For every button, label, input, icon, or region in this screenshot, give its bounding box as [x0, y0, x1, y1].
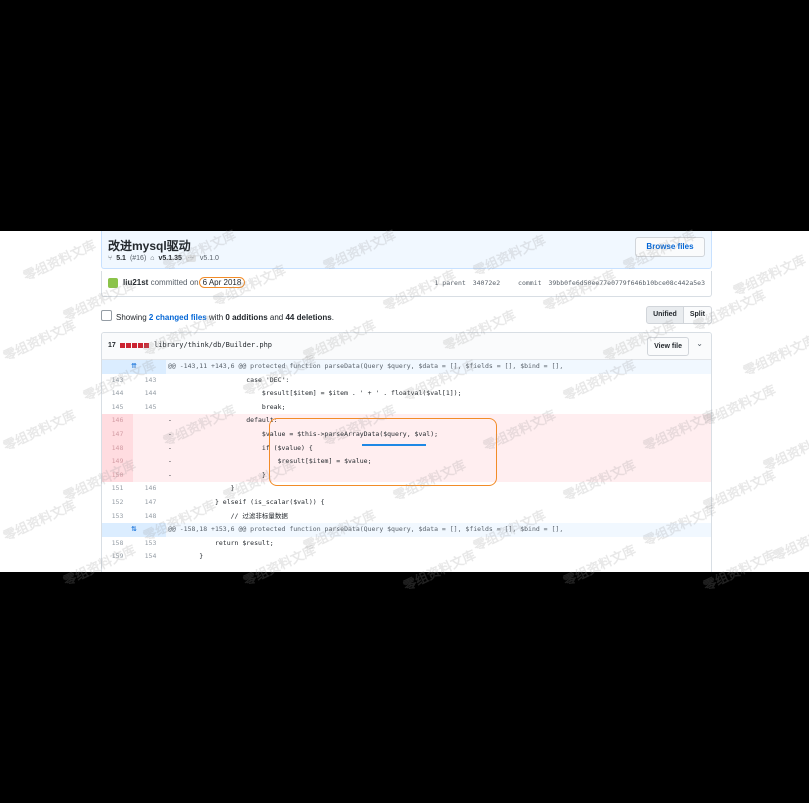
old-line-number[interactable]: 149 — [102, 455, 133, 469]
hunk-header: ⇈ @@ -143,11 +143,6 @@ protected function… — [102, 360, 711, 374]
author-name[interactable]: liu21st — [123, 278, 148, 287]
tag-icon: ⌂ — [150, 255, 155, 262]
context-line: 145 145 break; — [102, 401, 711, 415]
code-text: @@ -143,11 +143,6 @@ protected function … — [168, 362, 564, 370]
tag-v5-1-0[interactable]: v5.1.0 — [200, 255, 219, 262]
old-line-number[interactable]: 152 — [102, 496, 133, 510]
code-text: return $result; — [168, 538, 274, 547]
branch-name[interactable]: 5.1 — [116, 255, 126, 262]
code-text: } — [168, 484, 235, 493]
new-line-number[interactable]: 147 — [135, 496, 166, 510]
period-text: . — [331, 313, 334, 322]
old-line-number[interactable]: 143 — [102, 374, 133, 388]
code-text: - } — [168, 470, 266, 479]
context-line: 143 143 case 'DEC': — [102, 374, 711, 388]
old-line-number[interactable]: 146 — [102, 414, 133, 428]
with-text: with — [208, 313, 224, 322]
hunk-header: ⇅ @@ -158,18 +153,6 @@ protected function… — [102, 523, 711, 537]
new-line-number[interactable]: 143 — [135, 374, 166, 388]
parent-label: 1 parent — [434, 279, 466, 287]
author-line: liu21st committed on 6 Apr 2018 — [123, 277, 246, 288]
context-line: 152 147 } elseif (is_scalar($val)) { — [102, 496, 711, 510]
new-line-number[interactable]: 145 — [135, 401, 166, 415]
branch-icon: ⑂ — [108, 255, 113, 262]
expand-icon[interactable]: ⇈ — [102, 360, 166, 374]
file-header: 17 library/think/db/Builder.php View fil… — [102, 333, 711, 360]
diff-view-toggle: Unified Split — [646, 306, 712, 324]
diffstat: 17 — [108, 342, 149, 349]
annotation-underline — [362, 444, 426, 446]
showing-text: Showing — [116, 313, 147, 322]
code-text: } — [168, 552, 204, 561]
old-line-number[interactable]: 147 — [102, 427, 133, 442]
old-line-number[interactable]: 158 — [102, 537, 133, 551]
changes-summary: Showing 2 changed files with 0 additions… — [101, 310, 334, 322]
new-line-number[interactable]: 146 — [135, 482, 166, 496]
old-line-number[interactable]: 153 — [102, 510, 133, 524]
annotation-circle — [269, 418, 497, 486]
commit-date: 6 Apr 2018 — [198, 277, 246, 288]
code-text: case 'DEC': — [168, 375, 290, 384]
code-text: // 过滤非标量数据 — [168, 511, 288, 520]
commit-sha: 39bb0fe6d50ee77e0779f646b10bce08c442a5e3 — [548, 279, 705, 287]
old-line-number[interactable]: 144 — [102, 387, 133, 401]
code-text: @@ -158,18 +153,6 @@ protected function … — [168, 525, 564, 534]
new-line-number[interactable]: 144 — [135, 387, 166, 401]
commit-author-bar: liu21st committed on 6 Apr 2018 1 parent … — [101, 271, 712, 297]
new-line-number[interactable]: 148 — [135, 510, 166, 524]
split-button[interactable]: Split — [683, 306, 712, 324]
new-line-number[interactable]: 154 — [135, 550, 166, 564]
browse-files-button[interactable]: Browse files — [635, 237, 705, 257]
diffstat-blocks — [119, 343, 149, 348]
old-line-number[interactable]: 151 — [102, 482, 133, 496]
tag-v5-1-35[interactable]: v5.1.35 — [159, 255, 182, 262]
tags-ellipsis[interactable]: ··· — [185, 255, 196, 262]
chevron-down-icon[interactable]: ⌄ — [696, 339, 703, 348]
diffstat-count: 17 — [108, 342, 116, 349]
file-path[interactable]: library/think/db/Builder.php — [154, 341, 272, 349]
and-text: and — [269, 313, 284, 322]
new-line-number[interactable]: 153 — [135, 537, 166, 551]
old-line-number[interactable]: 150 — [102, 468, 133, 483]
code-text: break; — [168, 402, 286, 411]
deletions-count: 44 deletions — [285, 313, 332, 322]
parent-sha[interactable]: 34072e2 — [473, 279, 500, 287]
code-text: $result[$item] = $item . ' + ' . floatva… — [168, 389, 462, 398]
commit-meta: ⑂ 5.1 (#16) ⌂ v5.1.35 ··· v5.1.0 — [108, 255, 219, 262]
view-file-button[interactable]: View file — [647, 337, 689, 356]
toc-bar: Showing 2 changed files with 0 additions… — [101, 306, 712, 326]
context-line: 153 148 // 过滤非标量数据 — [102, 510, 711, 524]
commit-sha-info: 1 parent 34072e2 commit 39bb0fe6d50ee77e… — [420, 279, 705, 287]
expand-icon[interactable]: ⇅ — [102, 523, 166, 537]
committed-text: committed on — [150, 278, 199, 287]
screenshot-viewport: 改进mysql驱动 ⑂ 5.1 (#16) ⌂ v5.1.35 ··· v5.1… — [0, 231, 809, 572]
unified-button[interactable]: Unified — [646, 306, 684, 324]
changed-files-link[interactable]: 2 changed files — [149, 313, 207, 322]
additions-count: 0 additions — [225, 313, 268, 322]
commit-header: 改进mysql驱动 ⑂ 5.1 (#16) ⌂ v5.1.35 ··· v5.1… — [101, 231, 712, 269]
code-text: - default: — [168, 416, 278, 425]
context-line: 158 153 return $result; — [102, 537, 711, 551]
commit-label: commit — [518, 279, 542, 287]
commit-title: 改进mysql驱动 — [108, 239, 191, 253]
code-text: } elseif (is_scalar($val)) { — [168, 497, 325, 506]
avatar[interactable] — [108, 278, 118, 288]
context-line: 159 154 } — [102, 550, 711, 564]
old-line-number[interactable]: 145 — [102, 401, 133, 415]
old-line-number[interactable]: 159 — [102, 550, 133, 564]
pr-link[interactable]: (#16) — [130, 255, 146, 262]
old-line-number[interactable]: 148 — [102, 441, 133, 456]
file-diff-icon — [101, 310, 112, 321]
context-line: 144 144 $result[$item] = $item . ' + ' . … — [102, 387, 711, 401]
